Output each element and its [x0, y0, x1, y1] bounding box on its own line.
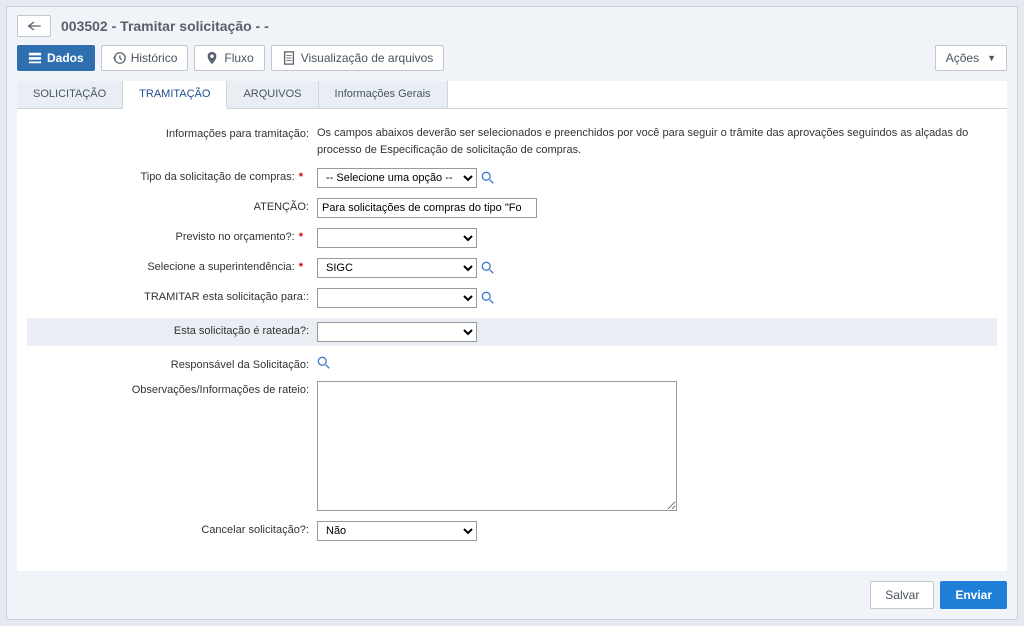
row-rateada: Esta solicitação é rateada?:	[27, 318, 997, 346]
acoes-dropdown[interactable]: Ações ▼	[935, 45, 1007, 71]
lookup-tramitar[interactable]	[481, 291, 495, 305]
info-text: Os campos abaixos deverão ser selecionad…	[317, 125, 987, 158]
page-title: 003502 - Tramitar solicitação - -	[61, 18, 269, 34]
label-responsavel: Responsável da Solicitação:	[37, 356, 317, 371]
label-info: Informações para tramitação:	[37, 125, 317, 140]
pin-icon	[205, 51, 219, 65]
row-info: Informações para tramitação: Os campos a…	[37, 125, 987, 158]
content-panel: SOLICITAÇÃO TRAMITAÇÃO ARQUIVOS Informaç…	[17, 81, 1007, 571]
send-button[interactable]: Enviar	[940, 581, 1007, 609]
textarea-obs[interactable]	[317, 381, 677, 511]
toolbar: Dados Histórico Fluxo Visualização de ar…	[7, 45, 1017, 81]
label-cancelar: Cancelar solicitação?:	[37, 521, 317, 536]
input-atencao[interactable]	[317, 198, 537, 218]
row-previsto: Previsto no orçamento?: *	[37, 228, 987, 248]
titlebar: 003502 - Tramitar solicitação - -	[7, 7, 1017, 45]
tab-dados[interactable]: Dados	[17, 45, 95, 71]
lookup-super[interactable]	[481, 261, 495, 275]
document-icon	[282, 51, 296, 65]
required-marker: *	[299, 171, 303, 183]
tab-visualizacao-label: Visualização de arquivos	[301, 51, 434, 65]
tab-historico-label: Histórico	[131, 51, 178, 65]
back-button[interactable]	[17, 15, 51, 37]
history-icon	[112, 51, 126, 65]
row-tipo: Tipo da solicitação de compras: * -- Sele…	[37, 168, 987, 188]
select-tipo[interactable]: -- Selecione uma opção --	[317, 168, 477, 188]
select-cancelar[interactable]: Não	[317, 521, 477, 541]
acoes-label: Ações	[946, 51, 979, 65]
sub-tabs: SOLICITAÇÃO TRAMITAÇÃO ARQUIVOS Informaç…	[17, 81, 1007, 109]
save-button[interactable]: Salvar	[870, 581, 934, 609]
search-icon	[481, 171, 495, 185]
search-icon	[481, 261, 495, 275]
search-icon	[317, 356, 331, 370]
subtab-solicitacao[interactable]: SOLICITAÇÃO	[17, 81, 123, 108]
label-atencao: ATENÇÃO:	[37, 198, 317, 213]
search-icon	[481, 291, 495, 305]
subtab-info-gerais[interactable]: Informações Gerais	[319, 81, 448, 108]
required-marker: *	[299, 261, 303, 273]
back-arrow-icon	[26, 20, 42, 32]
actions-bar: Salvar Enviar	[7, 581, 1017, 619]
chevron-down-icon: ▼	[987, 53, 996, 63]
select-previsto[interactable]	[317, 228, 477, 248]
row-atencao: ATENÇÃO:	[37, 198, 987, 218]
tab-visualizacao[interactable]: Visualização de arquivos	[271, 45, 445, 71]
label-tipo: Tipo da solicitação de compras:	[140, 171, 294, 183]
subtab-arquivos[interactable]: ARQUIVOS	[227, 81, 318, 108]
tab-dados-label: Dados	[47, 51, 84, 65]
main-window: 003502 - Tramitar solicitação - - Dados …	[6, 6, 1018, 620]
lookup-tipo[interactable]	[481, 171, 495, 185]
required-marker: *	[299, 231, 303, 243]
list-icon	[28, 51, 42, 65]
tab-fluxo[interactable]: Fluxo	[194, 45, 264, 71]
select-tramitar[interactable]	[317, 288, 477, 308]
label-previsto: Previsto no orçamento?:	[175, 231, 294, 243]
tab-historico[interactable]: Histórico	[101, 45, 189, 71]
row-cancelar: Cancelar solicitação?: Não	[37, 521, 987, 541]
row-responsavel: Responsável da Solicitação:	[37, 356, 987, 371]
row-obs: Observações/Informações de rateio:	[37, 381, 987, 511]
label-obs: Observações/Informações de rateio:	[37, 381, 317, 396]
label-super: Selecione a superintendência:	[147, 261, 294, 273]
row-super: Selecione a superintendência: * SIGC	[37, 258, 987, 278]
label-rateada: Esta solicitação é rateada?:	[37, 322, 317, 337]
row-tramitar: TRAMITAR esta solicitação para::	[37, 288, 987, 308]
form-area: Informações para tramitação: Os campos a…	[17, 109, 1007, 571]
subtab-tramitacao[interactable]: TRAMITAÇÃO	[123, 81, 227, 109]
select-rateada[interactable]	[317, 322, 477, 342]
tab-fluxo-label: Fluxo	[224, 51, 253, 65]
lookup-responsavel[interactable]	[317, 356, 331, 370]
label-tramitar: TRAMITAR esta solicitação para::	[37, 288, 317, 303]
select-super[interactable]: SIGC	[317, 258, 477, 278]
